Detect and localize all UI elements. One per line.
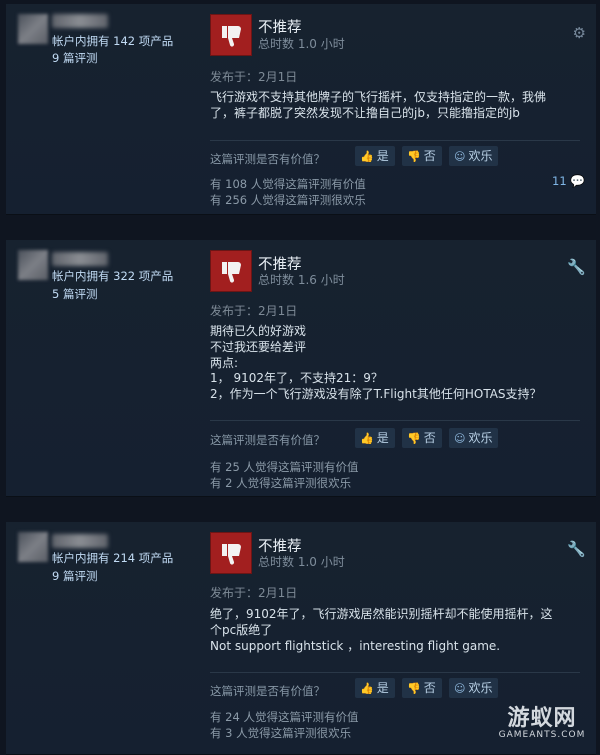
vote-no-button[interactable]: 👎 否 <box>402 146 442 166</box>
vote-funny-label: 欢乐 <box>468 149 493 163</box>
thumbs-down-badge[interactable] <box>210 532 252 574</box>
divider <box>210 140 580 141</box>
thumbs-up-icon: 👍 <box>360 432 374 445</box>
review-line: 不过我还要给差评 <box>210 339 307 354</box>
vote-yes-label: 是 <box>376 431 389 445</box>
thumbs-up-icon: 👍 <box>360 150 374 163</box>
vote-funny-button[interactable]: ☺ 欢乐 <box>449 428 499 448</box>
thumbs-down-badge[interactable] <box>210 14 252 56</box>
vote-no-label: 否 <box>423 431 436 445</box>
watermark-title: 游蚁网 <box>507 706 577 731</box>
vote-funny-button[interactable]: ☺ 欢乐 <box>449 146 499 166</box>
thumbs-down-icon <box>222 544 241 565</box>
thumbs-down-badge[interactable] <box>210 250 252 292</box>
helpful-count: 有 25 人觉得这篇评测有价值 <box>210 460 359 474</box>
review-card: 帐户内拥有 322 项产品 5 篇评测 不推荐 总时数 1.6 小时 🔧 发布于… <box>6 240 596 497</box>
avatar[interactable] <box>18 14 48 44</box>
vote-funny-button[interactable]: ☺ 欢乐 <box>449 678 499 698</box>
username-blurred[interactable] <box>52 14 108 28</box>
steam-icon: ⚙ <box>572 24 586 42</box>
review-count[interactable]: 9 篇评测 <box>52 568 97 584</box>
review-line: 期待已久的好游戏 <box>210 324 307 338</box>
review-card: 帐户内拥有 142 项产品 9 篇评测 不推荐 总时数 1.0 小时 ⚙ 发布于… <box>6 4 596 215</box>
products-owned[interactable]: 帐户内拥有 214 项产品 <box>52 550 173 566</box>
watermark-subtitle: GAMEANTS.COM <box>498 730 586 740</box>
comment-count-link[interactable]: 11 💬 <box>552 174 585 188</box>
review-body: 飞行游戏不支持其他牌子的飞行摇杆，仅支持指定的一款，我佛 了，裤子都脱了突然发现… <box>210 90 580 122</box>
vote-yes-button[interactable]: 👍 是 <box>355 428 395 448</box>
helpful-count: 有 108 人觉得这篇评测有价值 <box>210 177 366 191</box>
review-line: 飞行游戏不支持其他牌子的飞行摇杆，仅支持指定的一款，我佛 <box>210 90 547 104</box>
playtime-hours: 总时数 1.0 小时 <box>258 555 345 569</box>
avatar[interactable] <box>18 250 48 280</box>
username-blurred[interactable] <box>52 534 108 548</box>
vote-yes-button[interactable]: 👍 是 <box>355 146 395 166</box>
vote-no-button[interactable]: 👎 否 <box>402 428 442 448</box>
vote-no-label: 否 <box>423 681 436 695</box>
helpful-question: 这篇评测是否有价值？ <box>210 152 325 166</box>
review-count[interactable]: 9 篇评测 <box>52 50 97 66</box>
site-watermark: 游蚁网 GAMEANTS.COM <box>488 700 596 752</box>
review-line: Not support flightstick ，interesting fli… <box>210 638 501 653</box>
products-owned[interactable]: 帐户内拥有 142 项产品 <box>52 33 173 49</box>
review-line: 2，作为一个飞行游戏没有除了T.Flight其他任何HOTAS支持？ <box>210 387 542 402</box>
review-verdict[interactable]: 不推荐 <box>258 16 302 37</box>
review-line: 两点: <box>210 355 239 370</box>
review-line: 1， 9102年了，不支持21：9？ <box>210 371 383 386</box>
review-line: 个pc版绝了 <box>210 622 273 637</box>
thumbs-down-icon: 👎 <box>407 682 421 695</box>
key-icon: 🔧 <box>567 258 586 276</box>
thumbs-up-icon: 👍 <box>360 682 374 695</box>
vote-yes-label: 是 <box>376 149 389 163</box>
key-icon: 🔧 <box>567 540 586 558</box>
divider <box>210 672 580 673</box>
playtime-hours: 总时数 1.0 小时 <box>258 37 345 51</box>
helpful-question: 这篇评测是否有价值？ <box>210 684 325 698</box>
comment-icon: 💬 <box>570 174 586 188</box>
smiley-icon: ☺ <box>454 150 466 163</box>
funny-count: 有 2 人觉得这篇评测很欢乐 <box>210 476 352 490</box>
vote-yes-button[interactable]: 👍 是 <box>355 678 395 698</box>
vote-funny-label: 欢乐 <box>468 431 493 445</box>
playtime-hours: 总时数 1.6 小时 <box>258 273 345 287</box>
divider <box>210 420 580 421</box>
review-body: 绝了，9102年了，飞行游戏居然能识别摇杆却不能使用摇杆，这 个pc版绝了 No… <box>210 607 580 654</box>
thumbs-down-icon <box>222 262 241 283</box>
vote-yes-label: 是 <box>376 681 389 695</box>
review-line: 绝了，9102年了，飞行游戏居然能识别摇杆却不能使用摇杆，这 <box>210 607 553 621</box>
posted-date: 发布于：2月1日 <box>210 70 298 84</box>
username-blurred[interactable] <box>52 252 108 266</box>
funny-count: 有 3 人觉得这篇评测很欢乐 <box>210 726 352 740</box>
thumbs-down-icon: 👎 <box>407 150 421 163</box>
comment-count: 11 <box>552 174 567 188</box>
review-body: 期待已久的好游戏 不过我还要给差评 两点: 1， 9102年了，不支持21：9？… <box>210 324 580 403</box>
vote-no-button[interactable]: 👎 否 <box>402 678 442 698</box>
helpful-count: 有 24 人觉得这篇评测有价值 <box>210 710 359 724</box>
avatar[interactable] <box>18 532 48 562</box>
posted-date: 发布于：2月1日 <box>210 304 298 318</box>
smiley-icon: ☺ <box>454 682 466 695</box>
thumbs-down-icon: 👎 <box>407 432 421 445</box>
vote-no-label: 否 <box>423 149 436 163</box>
vote-funny-label: 欢乐 <box>468 681 493 695</box>
review-count[interactable]: 5 篇评测 <box>52 286 97 302</box>
products-owned[interactable]: 帐户内拥有 322 项产品 <box>52 268 173 284</box>
review-line: 了，裤子都脱了突然发现不让撸自己的jb，只能撸指定的jb <box>210 105 520 120</box>
funny-count: 有 256 人觉得这篇评测很欢乐 <box>210 193 366 207</box>
helpful-question: 这篇评测是否有价值？ <box>210 433 325 447</box>
thumbs-down-icon <box>222 26 241 47</box>
posted-date: 发布于：2月1日 <box>210 586 298 600</box>
smiley-icon: ☺ <box>454 432 466 445</box>
